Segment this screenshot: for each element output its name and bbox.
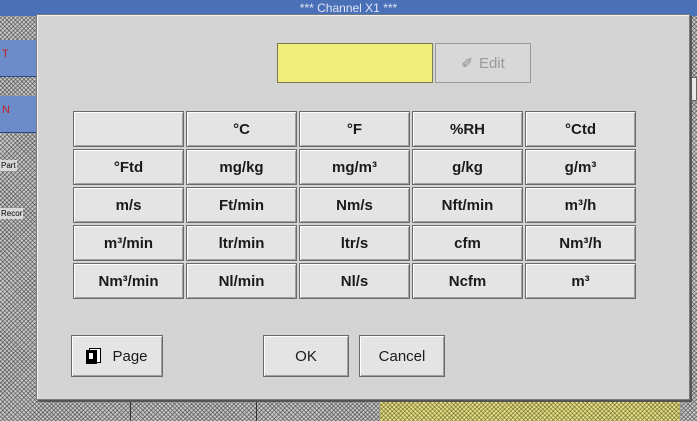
unit-value-field[interactable]: [277, 43, 433, 83]
unit-grid: °C °F %RH °Ctd °Ftd mg/kg mg/m³ g/kg g/m…: [73, 111, 636, 299]
unit-button[interactable]: Nl/s: [299, 263, 410, 299]
unit-button[interactable]: mg/kg: [186, 149, 297, 185]
background-bottom-tab: [130, 398, 255, 421]
unit-button[interactable]: °Ftd: [73, 149, 184, 185]
page-button-label: Page: [112, 347, 148, 365]
background-label-record: Recor: [0, 208, 24, 219]
unit-selection-dialog: ✐ Edit °C °F %RH °Ctd °Ftd mg/kg mg/m³ g…: [36, 14, 690, 400]
unit-button[interactable]: [73, 111, 184, 147]
edit-button[interactable]: ✐ Edit: [435, 43, 531, 83]
unit-button[interactable]: °C: [186, 111, 297, 147]
background-side-tab: N: [0, 96, 40, 133]
page-icon: [86, 348, 102, 364]
unit-button[interactable]: ltr/min: [186, 225, 297, 261]
unit-button[interactable]: g/kg: [412, 149, 523, 185]
background-label-part: Part: [0, 160, 17, 171]
page-button[interactable]: Page: [71, 335, 163, 377]
unit-button[interactable]: m³/h: [525, 187, 636, 223]
edit-button-label: Edit: [478, 54, 505, 72]
background-side-tab: T: [0, 40, 40, 77]
unit-button[interactable]: Ncfm: [412, 263, 523, 299]
ok-button[interactable]: OK: [263, 335, 349, 377]
unit-button[interactable]: Ft/min: [186, 187, 297, 223]
unit-button[interactable]: ltr/s: [299, 225, 410, 261]
unit-button[interactable]: Nm³/h: [525, 225, 636, 261]
unit-button[interactable]: Nl/min: [186, 263, 297, 299]
unit-button[interactable]: Nm/s: [299, 187, 410, 223]
unit-button[interactable]: m³: [525, 263, 636, 299]
unit-button[interactable]: %RH: [412, 111, 523, 147]
background-yellow-panel: [380, 398, 680, 421]
unit-button[interactable]: °Ctd: [525, 111, 636, 147]
cancel-button[interactable]: Cancel: [359, 335, 445, 377]
unit-button[interactable]: m/s: [73, 187, 184, 223]
unit-button[interactable]: m³/min: [73, 225, 184, 261]
wrench-icon: ✐: [461, 54, 473, 71]
background-bottom-tab: [256, 398, 349, 421]
unit-button[interactable]: mg/m³: [299, 149, 410, 185]
unit-button[interactable]: g/m³: [525, 149, 636, 185]
unit-button[interactable]: °F: [299, 111, 410, 147]
unit-button[interactable]: Nm³/min: [73, 263, 184, 299]
unit-button[interactable]: Nft/min: [412, 187, 523, 223]
unit-button[interactable]: cfm: [412, 225, 523, 261]
